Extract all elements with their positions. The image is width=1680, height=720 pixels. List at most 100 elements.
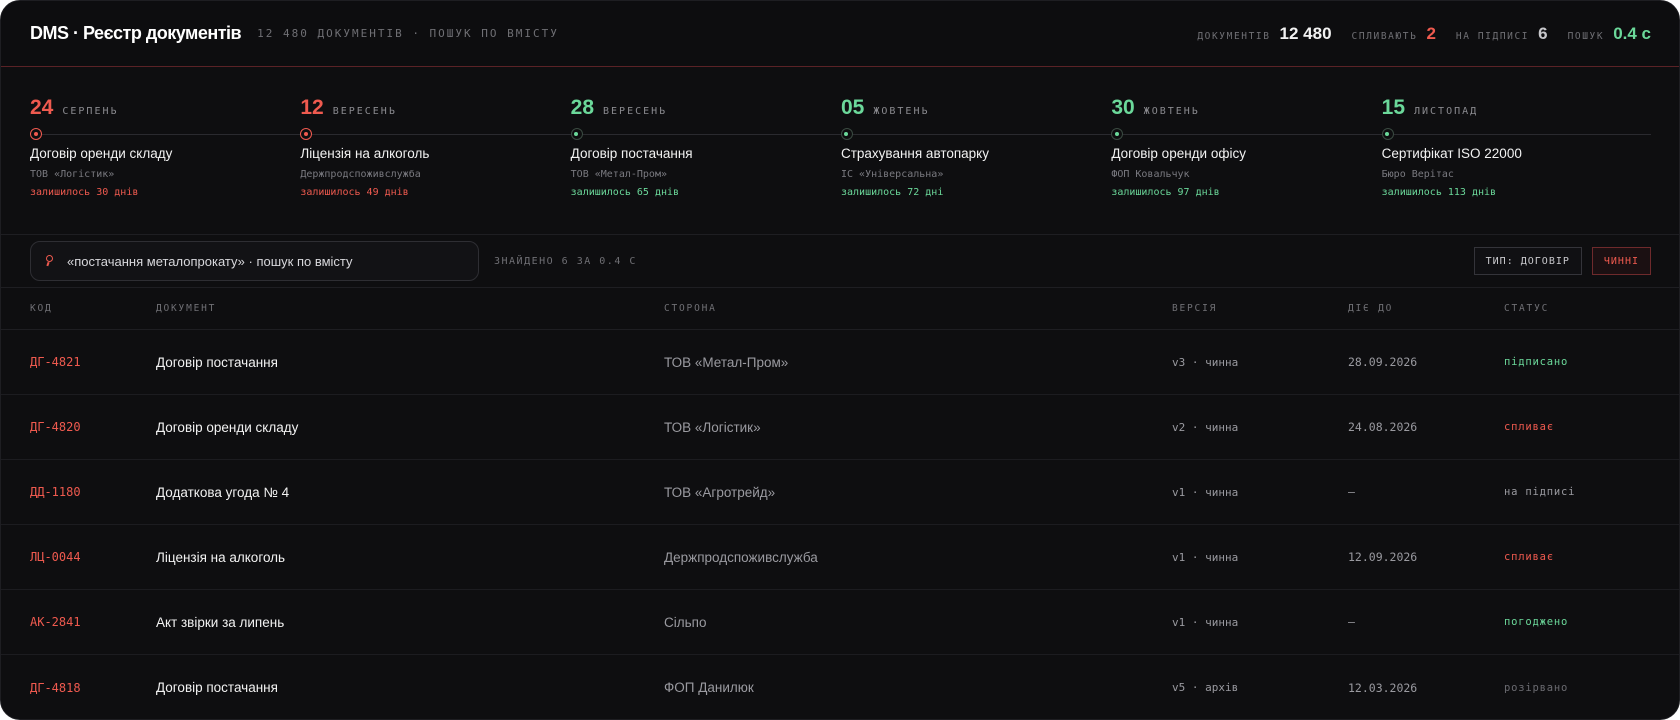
search-icon	[45, 254, 55, 268]
deadline-item[interactable]: 30 ЖОВТЕНЬ Договір оренди офісу ФОП Ковальч…	[1111, 67, 1382, 234]
table-row[interactable]: ДГ-4821 Договір постачання ТОВ «Метал-Пром…	[1, 330, 1679, 395]
deadline-day: 30	[1111, 96, 1135, 119]
filter-active-button[interactable]: ЧИННІ	[1591, 247, 1651, 275]
stat-value: 2	[1426, 23, 1436, 43]
app-header: DMS · Реєстр документів 12 480 ДОКУМЕНТІ…	[1, 1, 1679, 67]
deadline-title: Договір постачання	[570, 146, 693, 161]
table-row[interactable]: ДГ-4818 Договір постачання ФОП Данилюк v5 ·…	[1, 655, 1679, 719]
deadline-day: 05	[840, 96, 865, 119]
document-code[interactable]: ДГ-4820	[30, 420, 156, 434]
deadline-day: 15	[1381, 96, 1405, 119]
table-row[interactable]: ЛЦ-0044 Ліцензія на алкоголь Держпродспожи…	[1, 525, 1679, 590]
column-header-version[interactable]: ВЕРСІЯ	[1172, 303, 1348, 314]
deadline-month: СЕРПЕНЬ	[62, 106, 119, 117]
document-name[interactable]: Додаткова угода № 4	[156, 485, 664, 500]
document-party: Сільпо	[664, 614, 707, 630]
header-stats: документів 12 480 спливають 2 на підписі…	[1197, 24, 1651, 44]
status-badge: спливає	[1504, 551, 1554, 563]
timeline-track	[1111, 124, 1382, 144]
timeline-track	[840, 124, 1112, 144]
timeline-track	[300, 124, 571, 144]
search-result-count: ЗНАЙДЕНО 6 ЗА 0.4 С	[494, 255, 637, 267]
deadline-title: Страхування автопарку	[840, 146, 989, 161]
document-version: v2 · чинна	[1172, 420, 1239, 434]
deadline-party: Бюро Верітас	[1381, 169, 1454, 180]
document-name[interactable]: Договір постачання	[156, 680, 664, 695]
deadline-timeline: 24 СЕРПЕНЬ Договір оренди складу ТОВ «Логіс…	[1, 67, 1679, 235]
search-box[interactable]	[30, 241, 479, 281]
column-header-code[interactable]: КОД	[30, 303, 156, 314]
stat-value: 0.4 с	[1613, 23, 1651, 43]
document-name[interactable]: Акт звірки за липень	[156, 615, 664, 630]
table-row[interactable]: ДД-1180 Додаткова угода № 4 ТОВ «Агротрейд…	[1, 460, 1679, 525]
deadline-item[interactable]: 24 СЕРПЕНЬ Договір оренди складу ТОВ «Логіс…	[30, 67, 301, 234]
app-subtitle: 12 480 ДОКУМЕНТІВ · ПОШУК ПО ВМІСТУ	[257, 27, 559, 40]
deadline-remaining: залишилось 97 днів	[1111, 187, 1220, 198]
document-code[interactable]: ДД-1180	[30, 485, 156, 499]
deadline-title: Договір оренди офісу	[1111, 146, 1246, 161]
status-badge: погоджено	[1504, 616, 1569, 628]
search-toolbar: ЗНАЙДЕНО 6 ЗА 0.4 С ТИП: ДОГОВІР ЧИННІ	[1, 235, 1679, 288]
timeline-track	[570, 124, 842, 144]
document-code[interactable]: ДГ-4818	[30, 681, 156, 695]
status-badge: підписано	[1504, 356, 1569, 368]
column-header-valid-until[interactable]: ДІЄ ДО	[1348, 303, 1504, 314]
deadline-date: 15 ЛИСТОПАД	[1382, 96, 1651, 120]
stat-label: документів	[1197, 30, 1271, 42]
table-header: КОД ДОКУМЕНТ СТОРОНА ВЕРСІЯ ДІЄ ДО СТАТУ…	[1, 288, 1679, 330]
deadline-day: 24	[30, 96, 54, 119]
deadline-item[interactable]: 12 ВЕРЕСЕНЬ Ліцензія на алкоголь Держпродсп…	[300, 67, 571, 234]
document-code[interactable]: ЛЦ-0044	[30, 550, 156, 564]
deadline-date: 12 ВЕРЕСЕНЬ	[300, 96, 570, 120]
document-version: v1 · чинна	[1172, 485, 1239, 499]
stat-documents: документів 12 480	[1197, 24, 1331, 44]
timeline-track	[1381, 124, 1652, 144]
timeline-dot-icon	[30, 128, 42, 140]
document-name[interactable]: Ліцензія на алкоголь	[156, 550, 664, 565]
app-window: DMS · Реєстр документів 12 480 ДОКУМЕНТІ…	[0, 0, 1680, 720]
stat-search-time: пошук 0.4 с	[1568, 24, 1651, 44]
deadline-remaining: залишилось 65 днів	[570, 187, 680, 198]
deadline-title: Договір оренди складу	[30, 146, 173, 161]
deadline-remaining: залишилось 49 днів	[300, 187, 409, 198]
document-code[interactable]: АК-2841	[30, 615, 156, 629]
timeline-dot-icon	[1111, 128, 1124, 140]
deadline-item[interactable]: 28 ВЕРЕСЕНЬ Договір постачання ТОВ «Метал-П…	[570, 67, 842, 234]
document-name[interactable]: Договір постачання	[156, 355, 664, 370]
document-valid-until: 12.03.2026	[1348, 680, 1418, 695]
stat-value: 6	[1538, 23, 1548, 43]
stat-value: 12 480	[1279, 23, 1332, 43]
deadline-party: ТОВ «Метал-Пром»	[570, 169, 667, 180]
document-version: v3 · чинна	[1172, 355, 1239, 369]
deadline-item[interactable]: 15 ЛИСТОПАД Сертифікат ISO 22000 Бюро Веріт…	[1381, 67, 1652, 234]
table-row[interactable]: АК-2841 Акт звірки за липень Сільпо v1 · чи…	[1, 590, 1679, 655]
deadline-month: ЛИСТОПАД	[1414, 106, 1479, 117]
deadline-remaining: залишилось 113 днів	[1381, 187, 1497, 198]
column-header-document[interactable]: ДОКУМЕНТ	[156, 303, 664, 314]
filter-type-button[interactable]: ТИП: ДОГОВІР	[1473, 247, 1582, 275]
column-header-status[interactable]: СТАТУС	[1504, 303, 1679, 314]
document-version: v1 · чинна	[1172, 615, 1239, 629]
timeline-track	[30, 124, 301, 144]
timeline-dot-icon	[840, 128, 853, 140]
search-input[interactable]	[67, 253, 464, 269]
document-code[interactable]: ДГ-4821	[30, 355, 156, 369]
deadline-remaining: залишилось 30 днів	[30, 187, 139, 198]
column-header-party[interactable]: СТОРОНА	[664, 303, 1172, 314]
deadline-month: ВЕРЕСЕНЬ	[603, 106, 668, 117]
stat-label: на підписі	[1455, 30, 1530, 42]
stat-label: пошук	[1567, 30, 1605, 42]
deadline-date: 24 СЕРПЕНЬ	[30, 96, 300, 120]
deadline-date: 28 ВЕРЕСЕНЬ	[571, 96, 841, 120]
status-badge: на підписі	[1504, 486, 1576, 498]
deadline-month: ЖОВТЕНЬ	[873, 106, 930, 117]
deadline-party: ТОВ «Логістик»	[30, 169, 115, 180]
document-valid-until: 28.09.2026	[1348, 355, 1418, 369]
deadline-day: 12	[300, 96, 324, 119]
stat-pending-signature: на підписі 6	[1456, 24, 1548, 44]
status-badge: розірвано	[1504, 681, 1569, 694]
timeline-dot-icon	[300, 128, 313, 140]
deadline-item[interactable]: 05 ЖОВТЕНЬ Страхування автопарку ІС «Універ…	[840, 67, 1112, 234]
table-row[interactable]: ДГ-4820 Договір оренди складу ТОВ «Логісти…	[1, 395, 1679, 460]
document-name[interactable]: Договір оренди складу	[156, 420, 664, 435]
